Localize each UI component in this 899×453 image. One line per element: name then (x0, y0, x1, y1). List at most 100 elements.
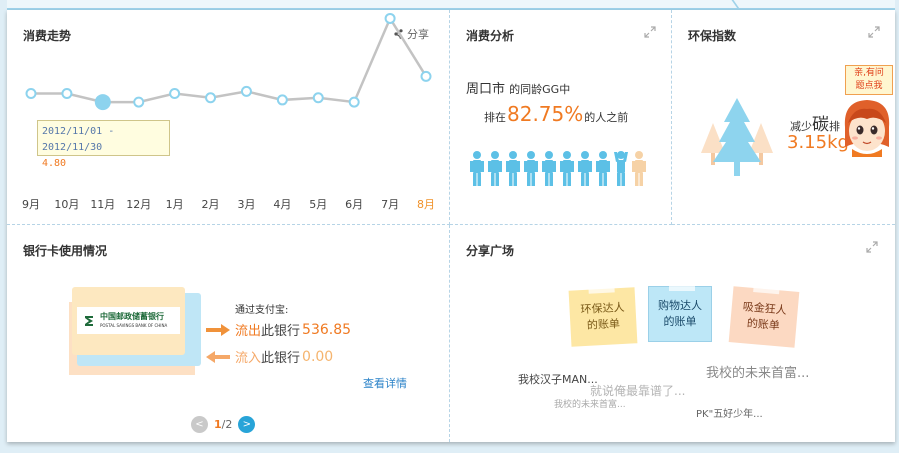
page-total: /2 (221, 418, 233, 431)
note-shopping-expert[interactable]: 购物达人 的账单 (648, 281, 712, 342)
outflow-label: 流出 (235, 324, 262, 339)
person-icon (596, 151, 610, 186)
rank-suffix: 的人之前 (584, 111, 629, 124)
chart-tooltip: 2012/11/01 - 2012/11/30 4.80 (37, 120, 170, 169)
trend-point[interactable] (205, 92, 217, 104)
trend-point[interactable] (61, 88, 73, 99)
month-label[interactable]: 4月 (273, 196, 291, 212)
panel-title: 环保指数 (688, 29, 737, 43)
note-line-1: 购物达人 (658, 299, 702, 312)
outflow-text: 此银行 (261, 324, 301, 339)
tree-icon (701, 98, 773, 176)
inflow-value: 0.00 (302, 348, 334, 365)
month-label[interactable]: 8月 (417, 196, 435, 212)
panel-spending-trend: 消费走势 分享 2012/11/01 - 2012/11/30 4.80 9月 1… (7, 10, 450, 225)
person-icon (614, 151, 628, 186)
panel-title: 银行卡使用情况 (23, 244, 108, 258)
chevron-right-icon: > (242, 419, 252, 430)
inflow-row: 流入 此银行 0.00 (205, 347, 333, 366)
view-details-link[interactable]: 查看详情 (363, 375, 407, 391)
trend-point[interactable] (25, 88, 37, 99)
bank-logo-icon (82, 313, 96, 328)
assistant-avatar-icon[interactable] (840, 97, 894, 157)
person-icon (524, 151, 538, 186)
person-icon (578, 151, 592, 186)
trend-point[interactable] (384, 12, 396, 24)
panel-eco-index: 环保指数 减少碳排 3.15kg 亲,有问 题点我 (672, 10, 895, 225)
chevron-left-icon: < (195, 419, 204, 430)
analysis-city-line: 周口市 的同龄GG中 (466, 78, 570, 97)
dashboard: 消费走势 分享 2012/11/01 - 2012/11/30 4.80 9月 1… (7, 10, 895, 442)
arrow-left-icon (206, 350, 230, 363)
trend-point[interactable] (276, 94, 288, 106)
via-alipay-label: 通过支付宝: (235, 305, 289, 316)
age-group-text: 的同龄GG中 (509, 83, 571, 96)
month-label[interactable]: 1月 (166, 196, 184, 212)
trend-point[interactable] (240, 85, 252, 97)
outflow-value: 536.85 (302, 321, 352, 338)
inflow-label: 流入 (235, 351, 262, 366)
month-label[interactable]: 5月 (309, 196, 327, 212)
bank-card: 中国邮政储蓄银行 POSTAL SAVINGS BANK OF CHINA (72, 287, 185, 355)
share-item[interactable]: PK"五好少年... (696, 405, 763, 420)
arrow-right-icon (206, 323, 230, 336)
trend-point[interactable] (348, 96, 360, 108)
month-label[interactable]: 11月 (90, 196, 115, 212)
pager: < 1/2 > (191, 416, 256, 433)
note-money-magnet[interactable]: 吸金狂人 的账单 (728, 281, 800, 348)
note-line-2: 的账单 (586, 317, 621, 332)
bubble-line-2: 题点我 (855, 81, 883, 91)
expand-icon[interactable] (867, 25, 881, 39)
person-icon (632, 151, 646, 186)
month-label[interactable]: 6月 (345, 196, 363, 212)
expand-icon[interactable] (643, 25, 657, 39)
note-line-2: 的账单 (663, 315, 697, 328)
bank-name-cn: 中国邮政储蓄银行 (100, 311, 164, 321)
page-current: 1 (214, 418, 222, 431)
tooltip-range: 2012/11/01 - 2012/11/30 (42, 126, 115, 153)
outflow-row: 流出 此银行 536.85 (205, 320, 351, 339)
note-eco-expert[interactable]: 环保达人 的账单 (568, 282, 638, 347)
next-page-button[interactable]: > (238, 416, 256, 433)
note-line-2: 的账单 (746, 316, 781, 333)
panel-title: 分享广场 (466, 244, 515, 258)
prev-page-button[interactable]: < (191, 416, 208, 433)
person-icon (488, 151, 502, 186)
page-indicator: 1/2 (214, 418, 232, 431)
rank-percentage: 82.75% (507, 102, 584, 126)
month-label[interactable]: 7月 (381, 196, 399, 212)
panel-title: 消费分析 (466, 29, 515, 43)
month-axis: 9月 10月 11月 12月 1月 2月 3月 4月 5月 6月 7月 8月 (7, 196, 450, 212)
trend-point[interactable] (133, 96, 145, 108)
month-label[interactable]: 12月 (126, 196, 151, 212)
person-icon (560, 151, 574, 186)
trend-point[interactable] (312, 92, 324, 104)
trend-line (31, 15, 428, 104)
trend-point[interactable] (169, 88, 181, 99)
bank-name-en: POSTAL SAVINGS BANK OF CHINA (100, 322, 168, 328)
share-item[interactable]: 我校汉子MAN... (518, 371, 598, 387)
city-name: 周口市 (466, 82, 506, 97)
rank-prefix: 排在 (484, 111, 506, 124)
trend-point-selected[interactable] (94, 94, 111, 111)
trend-point[interactable] (420, 70, 432, 82)
month-label[interactable]: 9月 (22, 196, 40, 212)
expand-icon[interactable] (865, 240, 879, 254)
share-item[interactable]: 我校的未来首富... (706, 362, 809, 381)
panel-spending-analysis: 消费分析 周口市 的同龄GG中 排在 82.75% 的人之前 (450, 10, 672, 225)
month-label[interactable]: 2月 (202, 196, 220, 212)
share-item[interactable]: 我校的未来首富... (554, 397, 626, 410)
panel-share-square: 分享广场 环保达人 的账单 购物达人 的账单 吸金狂人 的账单 我校汉子MAN... … (450, 225, 895, 442)
person-icon (542, 151, 556, 186)
person-icon (506, 151, 520, 186)
month-label[interactable]: 3月 (237, 196, 255, 212)
help-bubble[interactable]: 亲,有问 题点我 (845, 65, 893, 95)
person-icon (470, 151, 484, 186)
top-decoration (731, 0, 799, 10)
month-label[interactable]: 10月 (54, 196, 79, 212)
tooltip-value: 4.80 (42, 158, 67, 169)
analysis-rank-line: 排在 82.75% 的人之前 (484, 102, 628, 126)
bubble-line-1: 亲,有问 (854, 68, 884, 78)
people-rank-graphic (470, 150, 646, 186)
panel-bank-card-usage: 银行卡使用情况 中国邮政储蓄银行 POSTAL SAVINGS BANK OF … (7, 225, 450, 442)
